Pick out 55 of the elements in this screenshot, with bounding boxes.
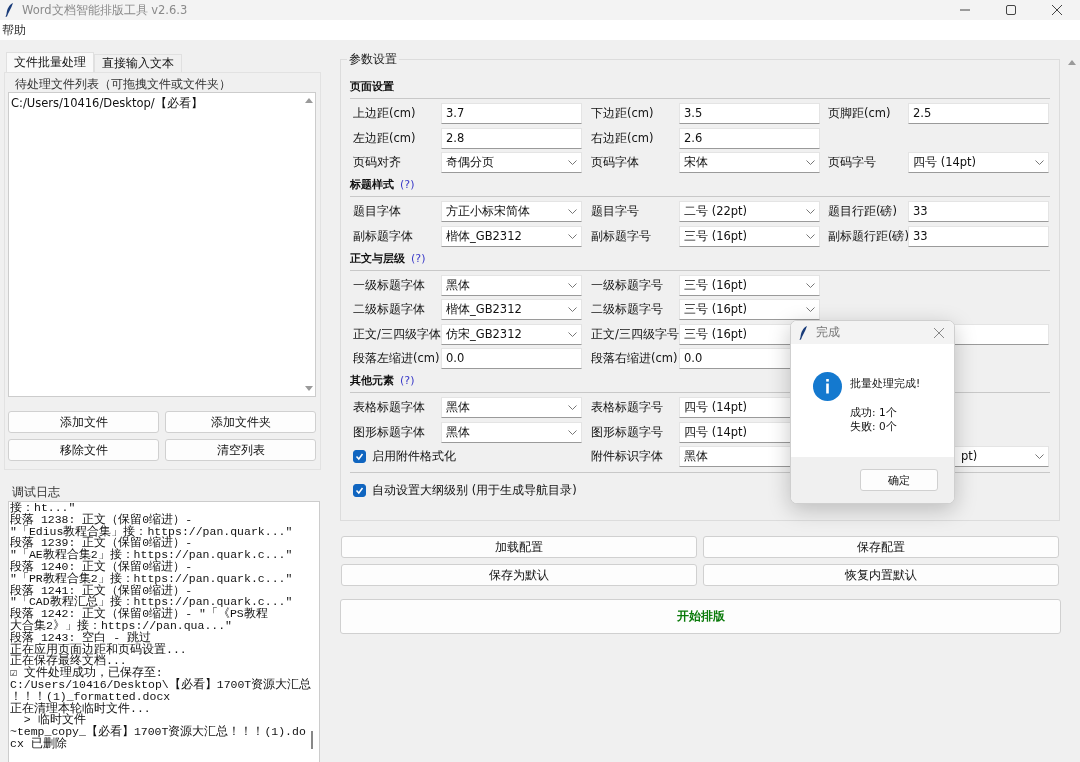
log-line: > 临时文件: [23, 714, 86, 727]
field-label: 二级标题字体: [353, 301, 426, 318]
field-label: 上边距(cm): [353, 105, 417, 122]
field-label: 正文/三四级字体: [353, 325, 441, 343]
log-line: 段落 1243: 空白 - 跳过: [10, 631, 151, 644]
field-label: 页码字号: [828, 154, 877, 171]
field-label: 页脚距(cm): [828, 105, 892, 122]
field-label: 页码对齐: [353, 154, 402, 171]
dialog-detail: 成功: 1个: [850, 404, 898, 419]
field-label: 段落右缩进(cm): [591, 350, 679, 367]
log-line: cx 已删除: [10, 737, 67, 750]
section-title: 页面设置: [350, 79, 394, 94]
log-line: 接：ht...": [10, 502, 77, 514]
log-line: ~temp_copy_【必看】1700T资源大汇总！！！(1).do: [10, 726, 307, 738]
field-label: 副标题字号: [591, 227, 652, 245]
log-line: 段落 1242: 正文（保留0缩进）- "「《PS教程: [10, 608, 269, 620]
log-line: ！！！(1)_formatted.docx: [10, 690, 172, 703]
field-label: 表格标题字号: [591, 399, 664, 416]
field-label: 图形标题字体: [353, 423, 426, 441]
field-label: 下边距(cm): [591, 105, 655, 122]
field-label: 右边距(cm): [591, 129, 655, 147]
section-title: 其他元素: [350, 373, 394, 388]
checkbox-label: 启用附件格式化: [372, 449, 456, 464]
field-label: 副标题行距(磅): [828, 227, 908, 245]
field-label: 题目行距(磅): [828, 203, 898, 220]
dialog-message: 批量处理完成!: [850, 376, 921, 391]
log-line: 正在清理本轮临时文件...: [10, 702, 151, 715]
field-label: 左边距(cm): [353, 129, 417, 147]
window-title: Word文档智能排版工具 v2.6.3: [22, 2, 189, 18]
field-label: 题目字体: [353, 203, 402, 220]
field-label: 页码字体: [591, 154, 640, 171]
field-label: 段落左缩进(cm): [353, 350, 441, 367]
field-label: 一级标题字号: [591, 276, 664, 294]
checkbox-label: 自动设置大纲级别 (用于生成导航目录): [372, 483, 577, 498]
section-title: 标题样式: [350, 177, 394, 192]
field-label: 题目字号: [591, 203, 640, 220]
log-line: 大合集2》」接：https://pan.qua...": [10, 619, 234, 632]
file-list-title: 待处理文件列表（可拖拽文件或文件夹）: [14, 77, 232, 91]
field-label: 正文/三四级字号: [591, 325, 679, 343]
field-label: 表格标题字体: [353, 399, 426, 416]
panel-title: 参数设置: [347, 52, 399, 67]
field-label: 二级标题字号: [591, 301, 664, 318]
log-line: "「PR教程合集2」接：https://pan.quark.c...": [10, 572, 294, 585]
log-line: ☑ 文件处理成功，已保存至:: [10, 667, 164, 679]
dialog-detail: 失败: 0个: [850, 419, 898, 434]
field-label: 一级标题字体: [353, 276, 426, 294]
section-title: 正文与层级: [350, 250, 405, 266]
field-label: 图形标题字号: [591, 423, 664, 441]
log-line: "「AE教程合集2」接：https://pan.quark.c...": [10, 549, 294, 561]
log-line: 段落 1238: 正文（保留0缩进）-: [10, 513, 194, 526]
log-line: 段落 1240: 正文（保留0缩进）-: [10, 561, 194, 573]
field-label: 副标题字体: [353, 227, 414, 245]
log-line: C:/Users/10416/Desktop\【必看】1700T资源大汇总: [10, 678, 312, 691]
field-label: 附件标识字体: [591, 448, 664, 465]
log-title: 调试日志: [11, 486, 61, 498]
